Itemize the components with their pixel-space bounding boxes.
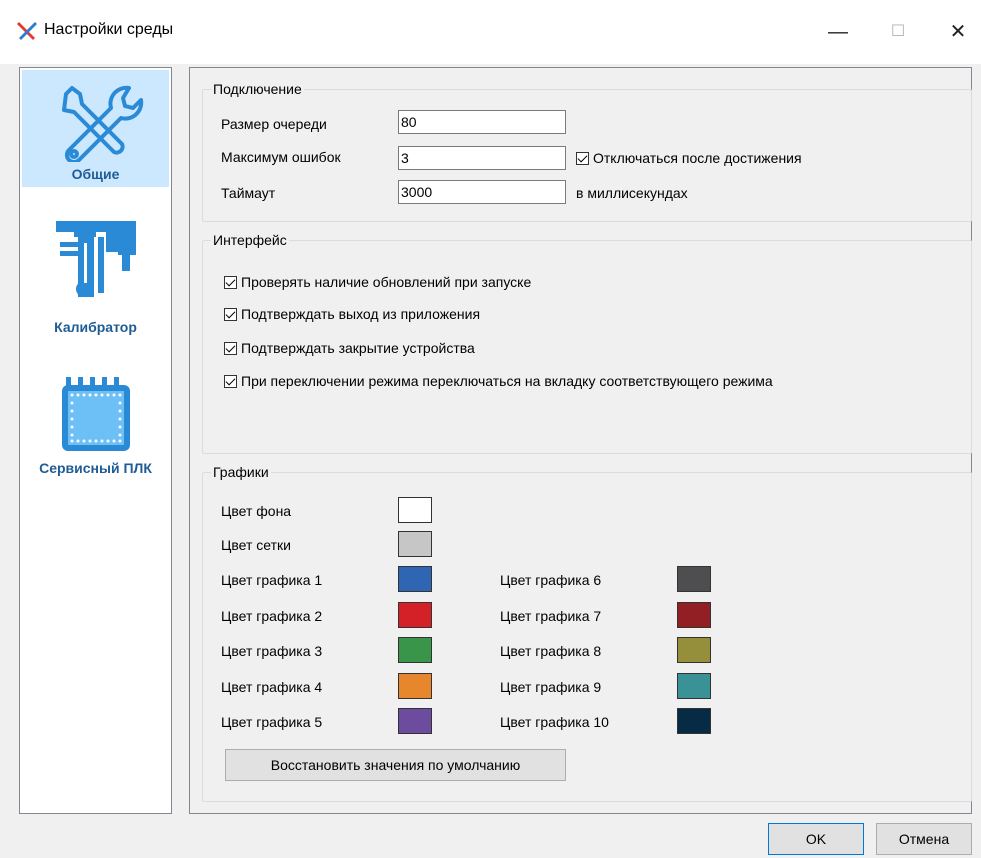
series-color-swatch[interactable]: [677, 673, 711, 699]
series-color-label: Цвет графика 6: [500, 572, 602, 588]
window-title: Настройки среды: [44, 21, 174, 38]
graphics-group: Графики Цвет фона Цвет сетки Цвет график…: [202, 464, 972, 802]
series-color-swatch[interactable]: [677, 602, 711, 628]
chip-icon: [62, 377, 130, 451]
checkbox-checked-icon: [224, 374, 237, 388]
series-color-swatch[interactable]: [677, 566, 711, 592]
timeout-unit-label: в миллисекундах: [576, 185, 688, 201]
confirm-device-close-checkbox[interactable]: Подтверждать закрытие устройства: [224, 340, 475, 356]
caliper-icon: [56, 221, 136, 297]
switch-tab-checkbox[interactable]: При переключении режима переключаться на…: [224, 373, 773, 389]
checkbox-checked-icon: [224, 307, 237, 321]
series-color-swatch[interactable]: [398, 708, 432, 734]
max-errors-label: Максимум ошибок: [221, 149, 341, 165]
series-color-label: Цвет графика 10: [500, 714, 609, 730]
series-color-label: Цвет графика 3: [221, 643, 323, 659]
sidebar: Общие Калибратор Сервисный ПЛК: [19, 67, 172, 814]
series-color-swatch[interactable]: [398, 602, 432, 628]
grid-color-label: Цвет сетки: [221, 537, 291, 553]
series-color-label: Цвет графика 8: [500, 643, 602, 659]
checkbox-label: Подтверждать закрытие устройства: [241, 340, 475, 356]
minimize-button[interactable]: —: [816, 14, 860, 50]
disconnect-checkbox[interactable]: Отключаться после достижения: [576, 150, 802, 166]
series-color-swatch[interactable]: [677, 637, 711, 663]
checkbox-label: Подтверждать выход из приложения: [241, 306, 481, 322]
series-color-label: Цвет графика 5: [221, 714, 323, 730]
title-bar: Настройки среды — ☐ ✕: [0, 0, 981, 64]
sidebar-item-calibrator[interactable]: Калибратор: [22, 203, 169, 343]
maximize-button[interactable]: ☐: [876, 14, 920, 50]
checkbox-checked-icon: [224, 275, 237, 289]
app-icon: [17, 22, 37, 40]
settings-panel: Подключение Размер очереди Максимум ошиб…: [189, 67, 972, 814]
ok-button[interactable]: OK: [768, 823, 864, 855]
series-color-swatch[interactable]: [398, 673, 432, 699]
series-color-label: Цвет графика 7: [500, 608, 602, 624]
background-color-swatch[interactable]: [398, 497, 432, 523]
sidebar-item-general[interactable]: Общие: [22, 70, 169, 187]
checkbox-checked-icon: [576, 151, 589, 165]
check-updates-checkbox[interactable]: Проверять наличие обновлений при запуске: [224, 274, 531, 290]
interface-group: Интерфейс Проверять наличие обновлений п…: [202, 232, 972, 454]
queue-size-input[interactable]: [398, 110, 566, 134]
series-color-swatch[interactable]: [398, 637, 432, 663]
series-color-label: Цвет графика 9: [500, 679, 602, 695]
timeout-label: Таймаут: [221, 185, 276, 201]
series-color-label: Цвет графика 2: [221, 608, 323, 624]
queue-size-label: Размер очереди: [221, 116, 327, 132]
checkbox-label: При переключении режима переключаться на…: [241, 373, 773, 389]
sidebar-item-label: Сервисный ПЛК: [39, 460, 152, 476]
series-color-label: Цвет графика 4: [221, 679, 323, 695]
series-color-swatch[interactable]: [398, 566, 432, 592]
disconnect-label: Отключаться после достижения: [593, 150, 802, 166]
grid-color-swatch[interactable]: [398, 531, 432, 557]
checkbox-checked-icon: [224, 341, 237, 355]
sidebar-item-service-plc[interactable]: Сервисный ПЛК: [22, 363, 169, 493]
series-color-swatch[interactable]: [677, 708, 711, 734]
max-errors-input[interactable]: [398, 146, 566, 170]
group-title: Интерфейс: [211, 232, 289, 248]
tools-icon: [62, 85, 144, 162]
group-title: Подключение: [211, 81, 304, 97]
reset-defaults-button[interactable]: Восстановить значения по умолчанию: [225, 749, 566, 781]
timeout-input[interactable]: [398, 180, 566, 204]
checkbox-label: Проверять наличие обновлений при запуске: [241, 274, 532, 290]
series-color-label: Цвет графика 1: [221, 572, 323, 588]
close-button[interactable]: ✕: [936, 14, 980, 50]
sidebar-item-label: Калибратор: [54, 319, 137, 335]
group-title: Графики: [211, 464, 271, 480]
connection-group: Подключение Размер очереди Максимум ошиб…: [202, 81, 972, 222]
cancel-button[interactable]: Отмена: [876, 823, 972, 855]
sidebar-item-label: Общие: [71, 166, 120, 182]
background-color-label: Цвет фона: [221, 503, 292, 519]
confirm-exit-checkbox[interactable]: Подтверждать выход из приложения: [224, 306, 480, 322]
